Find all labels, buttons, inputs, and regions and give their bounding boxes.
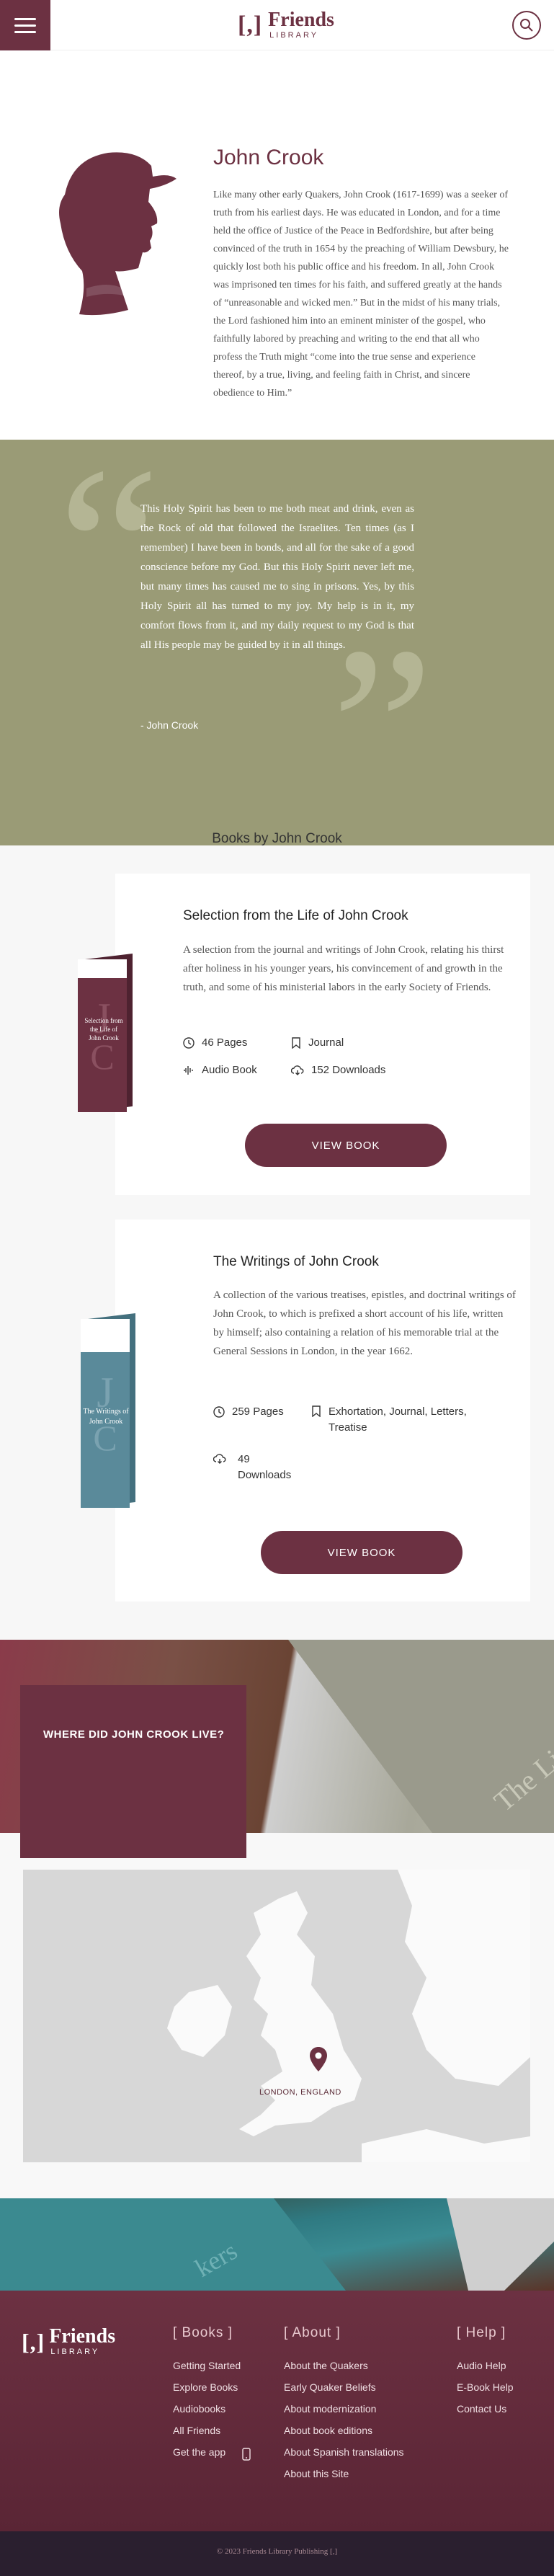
footer-help-heading: [ Help ] [457, 2325, 506, 2340]
book-tags: Exhortation, Journal, Letters, Treatise [311, 1404, 467, 1436]
site-header: [,] Friends LIBRARY [0, 0, 554, 50]
author-silhouette-icon [59, 152, 177, 316]
site-footer: [,] Friends LIBRARY [ Books ] Getting St… [0, 2291, 554, 2531]
footer-link[interactable]: Get the app [173, 2446, 225, 2458]
footer-link[interactable]: Contact Us [457, 2403, 506, 2415]
footer-link[interactable]: About the Quakers [284, 2360, 368, 2371]
book-description: A selection from the journal and writing… [183, 944, 504, 993]
footer-link[interactable]: Early Quaker Beliefs [284, 2381, 376, 2393]
footer-books-heading: [ Books ] [173, 2325, 233, 2340]
bookmark-icon [312, 1405, 321, 1417]
logo-mark: [,] [238, 11, 263, 38]
book-downloads: 152 Downloads [291, 1062, 385, 1078]
search-button[interactable] [512, 11, 541, 40]
copyright-text: © 2023 Friends Library Publishing [,] [216, 2547, 338, 2556]
bookmark-icon [292, 1037, 300, 1049]
logo-mark: [,] [22, 2328, 45, 2355]
audio-icon [184, 1066, 193, 1075]
footer-link[interactable]: About modernization [284, 2403, 376, 2415]
author-name: John Crook [213, 146, 324, 169]
location-map[interactable] [23, 1870, 530, 2162]
books-heading: Books by John Crook [212, 831, 342, 846]
cloud-download-icon [291, 1065, 304, 1075]
map-heading-box: WHERE DID JOHN CROOK LIVE? [20, 1685, 246, 1858]
logo-title: Friends [268, 9, 334, 31]
footer-link[interactable]: About book editions [284, 2425, 372, 2436]
clock-icon [213, 1406, 225, 1418]
book-pages: 259 Pages [213, 1404, 284, 1420]
footer-link[interactable]: About this Site [284, 2468, 349, 2479]
search-icon [520, 19, 533, 32]
book-pages: 46 Pages [183, 1035, 247, 1051]
logo-subtitle: LIBRARY [50, 2348, 100, 2356]
author-bio-section: John Crook Like many other early Quakers… [0, 50, 554, 440]
book-title[interactable]: The Writings of John Crook [213, 1254, 379, 1270]
footer-about-heading: [ About ] [284, 2325, 341, 2340]
logo-title: Friends [49, 2325, 116, 2348]
view-book-button[interactable]: VIEW BOOK [245, 1124, 447, 1167]
cloud-download-icon [213, 1454, 226, 1464]
phone-icon [242, 2448, 251, 2461]
menu-button[interactable] [0, 0, 50, 50]
banner-books-image: kers [0, 2198, 554, 2291]
book-title[interactable]: Selection from the Life of John Crook [183, 908, 408, 924]
site-logo[interactable]: [,] Friends LIBRARY [238, 10, 334, 40]
map-location-label: LONDON, ENGLAND [259, 2088, 341, 2097]
hamburger-line [14, 24, 36, 27]
copyright-bar: © 2023 Friends Library Publishing [,] [0, 2531, 554, 2576]
quote-author: - John Crook [140, 719, 199, 731]
logo-subtitle: LIBRARY [269, 31, 319, 40]
book-description: A collection of the various treatises, e… [213, 1289, 516, 1357]
footer-link[interactable]: E-Book Help [457, 2381, 514, 2393]
hamburger-line [14, 30, 36, 33]
footer-link[interactable]: Audiobooks [173, 2403, 225, 2415]
map-heading: WHERE DID JOHN CROOK LIVE? [43, 1728, 225, 1741]
map-pin-icon[interactable] [310, 2047, 327, 2071]
book-tags: Journal [291, 1035, 344, 1051]
book-audio[interactable]: Audio Book [183, 1062, 257, 1078]
footer-banner-image: kers [0, 2198, 554, 2291]
footer-link[interactable]: Getting Started [173, 2360, 241, 2371]
cover-title: The Writings of John Crook [83, 1408, 129, 1426]
cover-title: Selection from the Life of John Crook [84, 1017, 123, 1041]
view-book-button[interactable]: VIEW BOOK [261, 1531, 463, 1574]
footer-logo[interactable]: [,] Friends LIBRARY [22, 2327, 115, 2356]
book-downloads: 49 Downloads [213, 1452, 291, 1483]
author-biography: Like many other early Quakers, John Croo… [213, 190, 509, 399]
quote-text: This Holy Spirit has been to me both mea… [140, 503, 414, 651]
footer-link[interactable]: All Friends [173, 2425, 220, 2436]
clock-icon [183, 1037, 195, 1049]
footer-link[interactable]: About Spanish translations [284, 2446, 404, 2458]
hamburger-line [14, 17, 36, 20]
svg-text:C: C [90, 1036, 114, 1077]
footer-link[interactable]: Audio Help [457, 2360, 506, 2371]
map-image [23, 1870, 530, 2162]
footer-link[interactable]: Explore Books [173, 2381, 238, 2393]
